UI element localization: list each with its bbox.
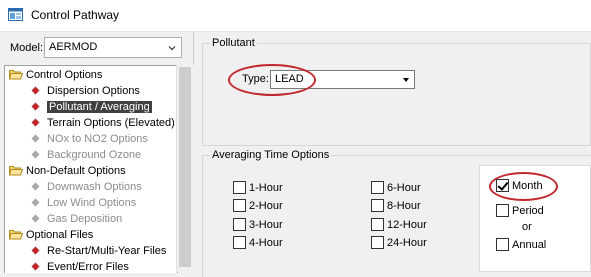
open-folder-icon xyxy=(9,166,23,176)
tree-label: Dispersion Options xyxy=(47,85,140,97)
navigation-pane: Model: AERMOD Control Options Dispersion… xyxy=(0,32,194,273)
tree-label: Optional Files xyxy=(26,229,94,241)
checkbox-8-hour[interactable] xyxy=(371,199,384,212)
model-select[interactable]: AERMOD xyxy=(44,37,182,58)
checkbox-2-hour[interactable] xyxy=(233,199,246,212)
averaging-group-title: Averaging Time Options xyxy=(210,149,332,161)
tree-item-downwash-options[interactable]: Downwash Options xyxy=(31,179,142,195)
red-diamond-icon xyxy=(31,262,40,271)
red-diamond-icon xyxy=(31,118,40,127)
tree-item-restart-multiyear[interactable]: Re-Start/Multi-Year Files xyxy=(31,243,166,259)
checkbox-label: 1-Hour xyxy=(249,182,283,194)
pollutant-group-title: Pollutant xyxy=(210,37,257,49)
red-diamond-icon xyxy=(31,246,40,255)
window-title: Control Pathway xyxy=(31,8,120,22)
gray-diamond-icon xyxy=(31,182,40,191)
tree-folder-optional-files[interactable]: Optional Files xyxy=(9,227,93,243)
app-window-icon xyxy=(8,8,23,21)
checkbox-24-hour[interactable] xyxy=(371,236,384,249)
red-diamond-icon xyxy=(31,102,40,111)
tree-item-terrain-options[interactable]: Terrain Options (Elevated) xyxy=(31,115,175,131)
checkbox-label: 4-Hour xyxy=(249,237,283,249)
gray-diamond-icon xyxy=(31,134,40,143)
checkbox-label: 24-Hour xyxy=(387,237,427,249)
checkbox-annual[interactable] xyxy=(496,238,509,251)
model-label: Model: xyxy=(10,42,44,54)
chevron-down-icon xyxy=(168,46,176,51)
tree-scrollbar[interactable] xyxy=(176,65,194,272)
chevron-down-icon xyxy=(403,78,409,82)
checkbox-label: 3-Hour xyxy=(249,219,283,231)
main-content: Pollutant Type: LEAD Averaging Time Opti… xyxy=(194,32,591,277)
tree-label: Terrain Options (Elevated) xyxy=(47,117,175,129)
tree-item-pollutant-averaging[interactable]: Pollutant / Averaging xyxy=(31,99,152,115)
tree-label: NOx to NO2 Options xyxy=(47,133,148,145)
checkbox-1-hour[interactable] xyxy=(233,181,246,194)
tree-label-selected: Pollutant / Averaging xyxy=(47,101,152,113)
tree-label: Low Wind Options xyxy=(47,197,137,209)
tree-label: Gas Deposition xyxy=(47,213,123,225)
tree-label: Re-Start/Multi-Year Files xyxy=(47,245,167,257)
tree-label: Downwash Options xyxy=(47,181,142,193)
checkbox-label: 6-Hour xyxy=(387,182,421,194)
checkbox-6-hour[interactable] xyxy=(371,181,384,194)
tree-label: Event/Error Files xyxy=(47,261,129,273)
tree-item-low-wind-options[interactable]: Low Wind Options xyxy=(31,195,136,211)
checkbox-label: 12-Hour xyxy=(387,219,427,231)
gray-diamond-icon xyxy=(31,214,40,223)
tree-folder-non-default-options[interactable]: Non-Default Options xyxy=(9,163,126,179)
tree-label: Background Ozone xyxy=(47,149,142,161)
tree-item-gas-deposition[interactable]: Gas Deposition xyxy=(31,211,122,227)
model-select-value: AERMOD xyxy=(49,41,98,53)
checkbox-label: 2-Hour xyxy=(249,200,283,212)
or-text: or xyxy=(522,221,532,233)
open-folder-icon xyxy=(9,230,23,240)
scrollbar-thumb[interactable] xyxy=(179,67,191,267)
checkbox-3-hour[interactable] xyxy=(233,218,246,231)
red-diamond-icon xyxy=(31,86,40,95)
checkbox-12-hour[interactable] xyxy=(371,218,384,231)
title-bar: Control Pathway xyxy=(0,0,591,32)
tree-item-dispersion-options[interactable]: Dispersion Options xyxy=(31,83,140,99)
tree-label: Control Options xyxy=(26,69,103,81)
gray-diamond-icon xyxy=(31,150,40,159)
tree-item-background-ozone[interactable]: Background Ozone xyxy=(31,147,141,163)
tree-item-nox-to-no2[interactable]: NOx to NO2 Options xyxy=(31,131,148,147)
checkbox-period[interactable] xyxy=(496,204,509,217)
month-highlight-ellipse xyxy=(489,172,558,201)
pathway-tree[interactable]: Control Options Dispersion Options Pollu… xyxy=(4,65,178,273)
gray-diamond-icon xyxy=(31,198,40,207)
checkbox-label: Period xyxy=(512,205,544,217)
tree-item-event-error-files[interactable]: Event/Error Files xyxy=(31,259,129,273)
tree-folder-control-options[interactable]: Control Options xyxy=(9,67,102,83)
tree-label: Non-Default Options xyxy=(26,165,126,177)
type-highlight-ellipse xyxy=(228,64,316,96)
checkbox-label: 8-Hour xyxy=(387,200,421,212)
open-folder-icon xyxy=(9,70,23,80)
checkbox-label: Annual xyxy=(512,239,547,251)
checkbox-4-hour[interactable] xyxy=(233,236,246,249)
